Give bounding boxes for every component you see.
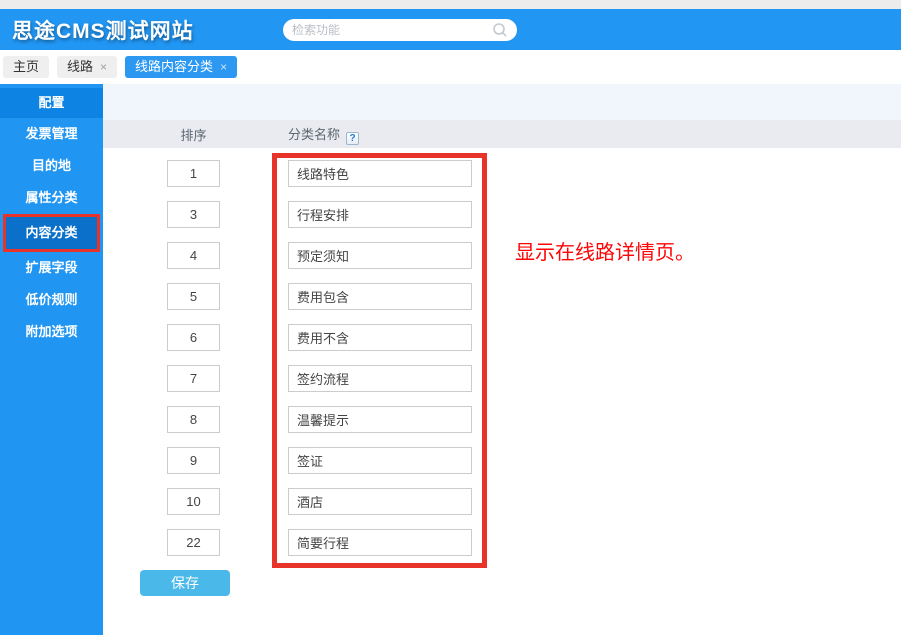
- annotation-note: 显示在线路详情页。: [515, 236, 695, 265]
- sidebar-item-1[interactable]: 目的地: [0, 150, 103, 182]
- sidebar-item-4[interactable]: 扩展字段: [0, 252, 103, 284]
- tab-route-content-category-label: 线路内容分类: [135, 59, 213, 74]
- top-strip: [0, 0, 901, 9]
- category-rows: [103, 148, 901, 556]
- column-header-category-name-label: 分类名称: [288, 127, 340, 142]
- sort-input[interactable]: [167, 365, 220, 392]
- sort-input[interactable]: [167, 324, 220, 351]
- site-logo: 思途CMS测试网站: [12, 15, 194, 45]
- tab-route-content-category-close-icon[interactable]: ×: [220, 60, 227, 74]
- table-row: [103, 160, 901, 187]
- table-header-row: 排序 分类名称?: [103, 120, 901, 148]
- tab-route-label: 线路: [67, 59, 93, 74]
- site-header: 思途CMS测试网站: [0, 9, 901, 50]
- app-window: 思途CMS测试网站 主页 线路 × 线路内容分类 × 配置 发票管理目的地属性分类内…: [0, 0, 901, 635]
- save-button[interactable]: 保存: [140, 570, 230, 596]
- tab-bar: 主页 线路 × 线路内容分类 ×: [0, 50, 901, 84]
- table-row: [103, 406, 901, 433]
- category-name-input[interactable]: [288, 324, 472, 351]
- sort-input[interactable]: [167, 529, 220, 556]
- sort-input[interactable]: [167, 201, 220, 228]
- tab-home[interactable]: 主页: [3, 56, 49, 78]
- tab-route[interactable]: 线路 ×: [57, 56, 117, 78]
- category-name-input[interactable]: [288, 365, 472, 392]
- table-row: [103, 488, 901, 515]
- sidebar: 配置 发票管理目的地属性分类内容分类扩展字段低价规则附加选项: [0, 84, 103, 635]
- search-input[interactable]: [292, 23, 492, 37]
- column-header-sort: 排序: [167, 125, 220, 144]
- category-name-input[interactable]: [288, 488, 472, 515]
- sidebar-header-config: 配置: [0, 88, 103, 118]
- category-name-input[interactable]: [288, 406, 472, 433]
- help-icon[interactable]: ?: [346, 132, 359, 145]
- category-name-input[interactable]: [288, 242, 472, 269]
- category-name-input[interactable]: [288, 447, 472, 474]
- sort-input[interactable]: [167, 488, 220, 515]
- table-row: [103, 324, 901, 351]
- category-name-input[interactable]: [288, 529, 472, 556]
- sidebar-item-6[interactable]: 附加选项: [0, 316, 103, 348]
- sort-input[interactable]: [167, 406, 220, 433]
- tab-route-content-category[interactable]: 线路内容分类 ×: [125, 56, 237, 78]
- main-content: 排序 分类名称? 保存 显示在线路详情页。: [103, 84, 901, 635]
- sidebar-item-0[interactable]: 发票管理: [0, 118, 103, 150]
- tab-home-label: 主页: [13, 59, 39, 74]
- table-row: [103, 201, 901, 228]
- table-row: [103, 447, 901, 474]
- search-icon[interactable]: [492, 22, 508, 38]
- table-row: [103, 283, 901, 310]
- sidebar-item-2[interactable]: 属性分类: [0, 182, 103, 214]
- category-name-input[interactable]: [288, 160, 472, 187]
- column-header-category-name: 分类名称?: [288, 124, 359, 145]
- table-row: [103, 365, 901, 392]
- category-name-input[interactable]: [288, 283, 472, 310]
- category-name-input[interactable]: [288, 201, 472, 228]
- sort-input[interactable]: [167, 160, 220, 187]
- sort-input[interactable]: [167, 447, 220, 474]
- sort-input[interactable]: [167, 283, 220, 310]
- table-row: [103, 242, 901, 269]
- sidebar-item-3-selected[interactable]: 内容分类: [3, 214, 100, 252]
- content-top-band: [103, 84, 901, 120]
- table-row: [103, 529, 901, 556]
- sort-input[interactable]: [167, 242, 220, 269]
- sidebar-items: 发票管理目的地属性分类内容分类扩展字段低价规则附加选项: [0, 118, 103, 348]
- sidebar-item-5[interactable]: 低价规则: [0, 284, 103, 316]
- tab-route-close-icon[interactable]: ×: [100, 60, 107, 74]
- search-bar: [283, 19, 517, 41]
